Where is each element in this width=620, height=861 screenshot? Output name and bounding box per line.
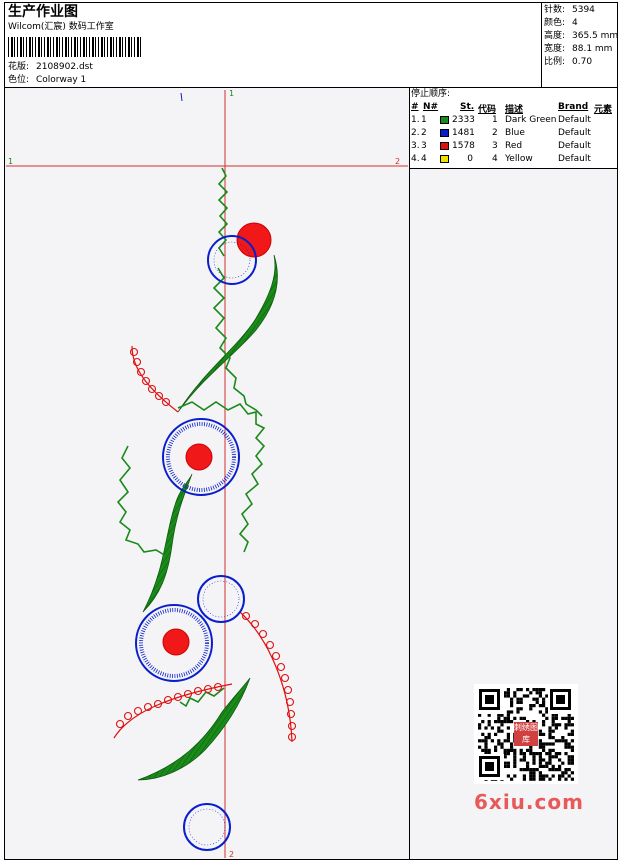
green-stem-2	[142, 473, 193, 613]
red-loop	[250, 619, 260, 629]
green-stem-3	[137, 677, 251, 781]
red-loop	[276, 662, 286, 672]
red-loop	[283, 685, 293, 695]
red-flower-lower	[162, 628, 190, 656]
qr-code: 刺绣图库	[474, 684, 578, 784]
blue-ring-3	[197, 575, 245, 623]
axis-marker-left: 1	[8, 157, 13, 166]
red-loop	[286, 709, 296, 719]
red-loop	[265, 640, 275, 650]
red-loop	[115, 719, 125, 729]
axis-marker-bottom: 2	[229, 850, 234, 859]
blue-ring-5	[183, 803, 231, 851]
red-flower-middle	[185, 443, 213, 471]
red-loop	[123, 711, 133, 721]
watermark-text: 6xiu.com	[474, 790, 584, 814]
blue-ring-1	[207, 235, 257, 285]
axis-marker-top: 1	[229, 89, 234, 98]
red-loops-1	[131, 345, 179, 413]
red-loop-chain-1	[115, 347, 297, 742]
red-loop	[280, 673, 290, 683]
red-loop	[271, 651, 281, 661]
red-loop	[258, 629, 268, 639]
green-tendril-4	[116, 445, 167, 557]
red-loop	[129, 347, 139, 357]
red-loop	[133, 706, 143, 716]
start-mark	[180, 92, 183, 102]
qr-stamp: 刺绣图库	[514, 722, 538, 746]
red-loop	[287, 721, 297, 731]
green-stem-1	[177, 254, 278, 413]
axis-marker-right: 2	[395, 157, 400, 166]
